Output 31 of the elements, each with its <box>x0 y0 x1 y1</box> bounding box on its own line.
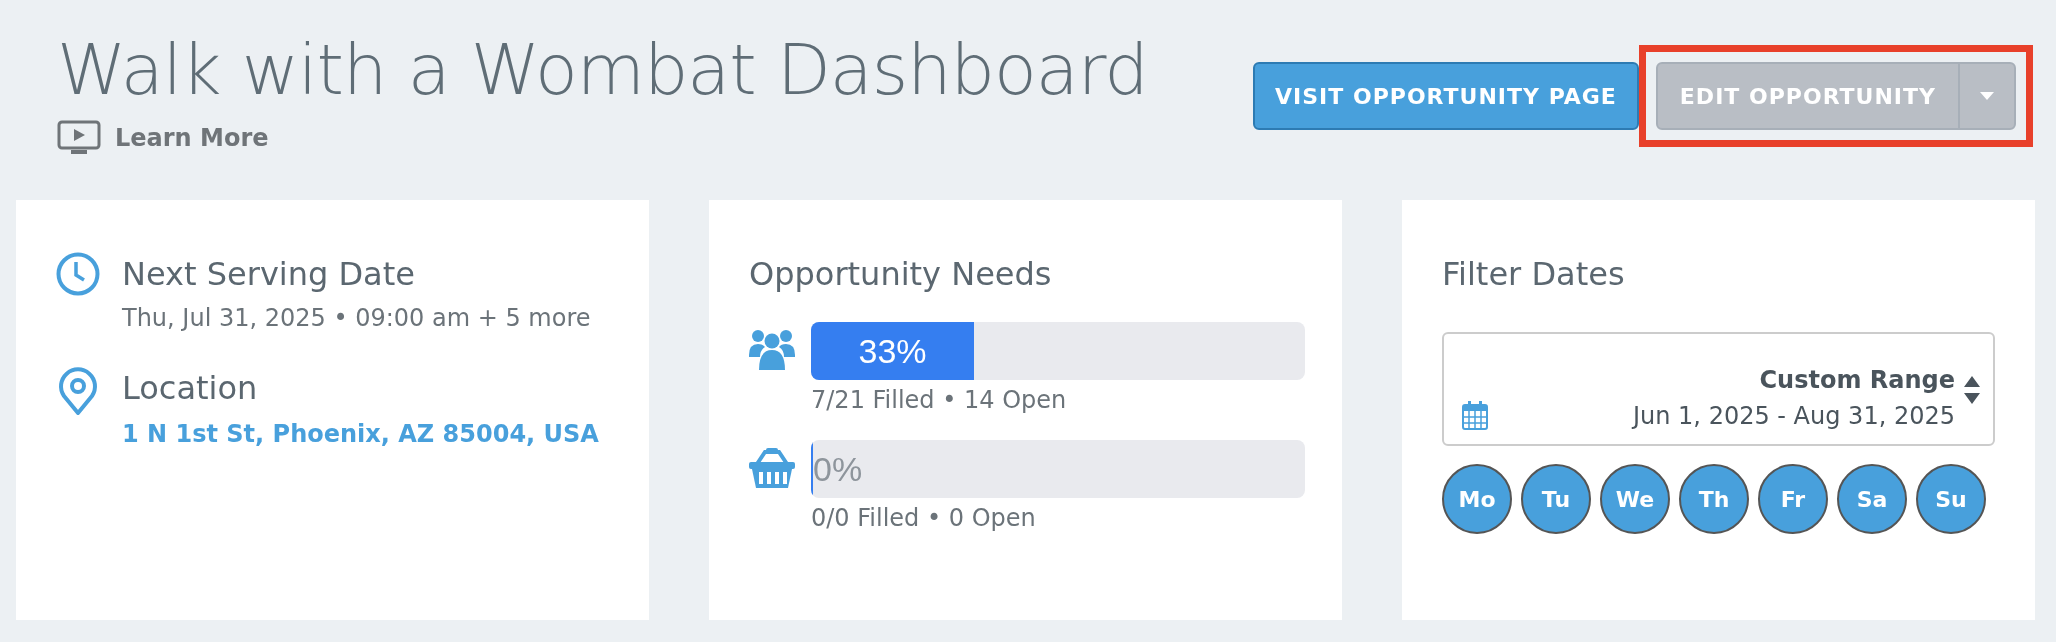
page-title: Walk with a Wombat Dashboard <box>57 28 1148 112</box>
learn-more-link[interactable]: Learn More <box>115 124 269 152</box>
clock-icon <box>56 252 100 296</box>
range-label: Custom Range <box>1759 366 1955 394</box>
weekday-toggle[interactable]: Th <box>1679 464 1749 534</box>
people-icon <box>749 328 795 370</box>
caret-icon <box>1980 92 1994 100</box>
percent-label: 0% <box>813 449 863 490</box>
weekday-toggle[interactable]: Tu <box>1521 464 1591 534</box>
visit-opportunity-button[interactable]: VISIT OPPORTUNITY PAGE <box>1253 62 1639 130</box>
serving-date-text: Thu, Jul 31, 2025 • 09:00 am + 5 more <box>122 304 591 332</box>
date-range-field[interactable]: Custom Range Jun 1, 2025 - Aug 31, 2025 <box>1442 332 1995 446</box>
filter-heading: Filter Dates <box>1442 254 1626 295</box>
weekday-toggle[interactable]: Mo <box>1442 464 1512 534</box>
location-heading: Location <box>122 368 259 409</box>
serving-date-heading: Next Serving Date <box>122 254 416 295</box>
calendar-icon <box>1462 400 1488 430</box>
needs-summary: 0/0 Filled • 0 Open <box>811 504 1036 532</box>
sort-arrows-icon <box>1963 376 1981 404</box>
basket-icon <box>749 446 795 488</box>
date-range-text: Jun 1, 2025 - Aug 31, 2025 <box>1632 402 1955 430</box>
address-link[interactable]: 1 N 1st St, Phoenix, AZ 85004, USA <box>122 420 599 448</box>
weekday-toggle[interactable]: Fr <box>1758 464 1828 534</box>
weekday-toggle[interactable]: Sa <box>1837 464 1907 534</box>
weekday-toggle[interactable]: Su <box>1916 464 1986 534</box>
weekday-toggle[interactable]: We <box>1600 464 1670 534</box>
percent-label: 33% <box>857 331 928 372</box>
needs-heading: Opportunity Needs <box>749 254 1053 295</box>
location-pin-icon <box>56 366 100 416</box>
needs-summary: 7/21 Filled • 14 Open <box>811 386 1067 414</box>
video-icon <box>57 120 101 156</box>
